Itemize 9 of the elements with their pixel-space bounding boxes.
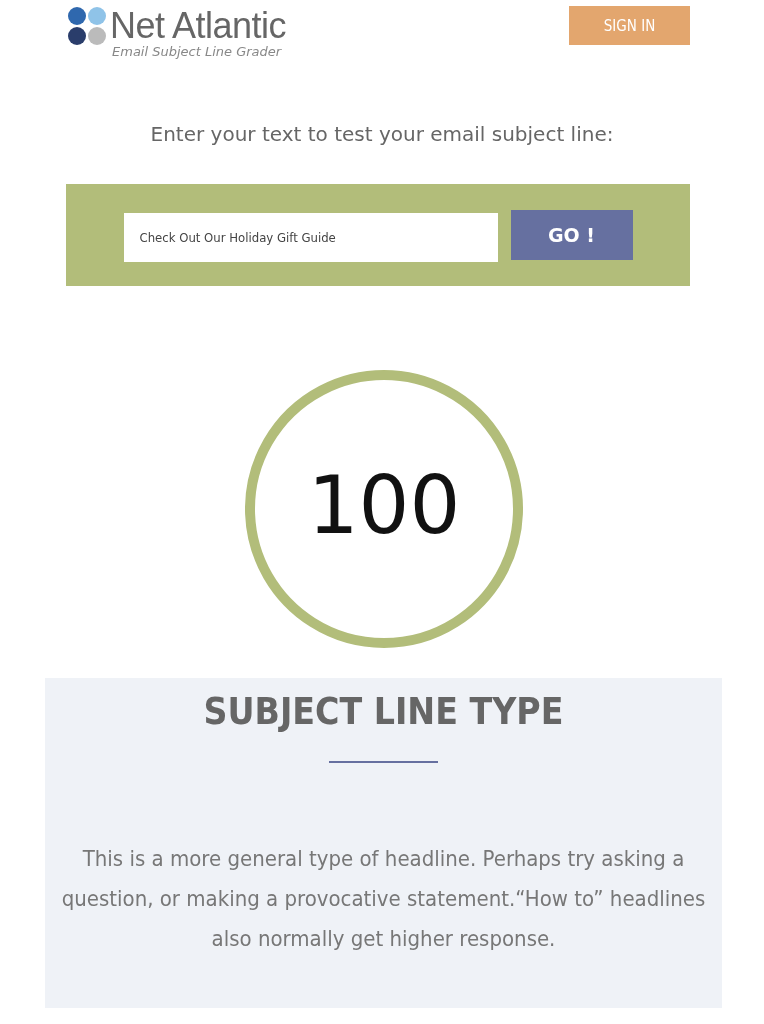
tagline: Email Subject Line Grader <box>112 44 283 59</box>
go-button[interactable]: GO ! <box>510 210 633 260</box>
brand-name: Net Atlantic <box>110 6 287 46</box>
logo-icon <box>68 7 106 45</box>
panel-title: SUBJECT LINE TYPE <box>203 690 564 733</box>
panel-description: This is a more general type of headline. Perhaps try asking a question, or making a provocative statement.“How to” headlines also normally get higher response. <box>60 845 707 953</box>
prompt-text: Enter your text to test your email subject line: <box>150 122 614 146</box>
score-value: 100 <box>306 458 462 554</box>
subject-line-field[interactable]: Check Out Our Holiday Gift Guide <box>123 212 498 262</box>
